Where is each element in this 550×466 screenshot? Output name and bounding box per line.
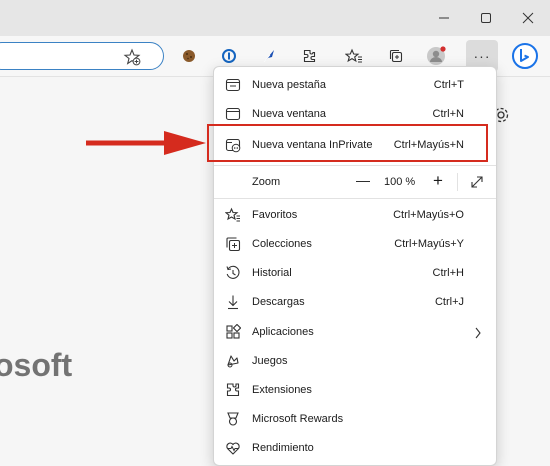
cookie-extension-button[interactable] [177, 44, 201, 68]
fullscreen-icon[interactable] [469, 174, 485, 190]
download-icon [228, 295, 238, 310]
menu-item-apps[interactable]: Aplicaciones [214, 318, 496, 347]
maximize-button[interactable] [472, 6, 500, 30]
chevron-right-icon [475, 327, 481, 339]
menu-item-shortcut: Ctrl+N [432, 108, 464, 120]
performance-icon [226, 442, 240, 455]
profile-button[interactable] [424, 44, 448, 68]
cookie-extension-icon [183, 50, 195, 62]
zoom-level-value: 100 % [384, 176, 416, 188]
zoom-divider [457, 173, 458, 191]
menu-zoom-row: Zoom — 100 % + [214, 166, 496, 198]
password-manager-button[interactable] [217, 44, 241, 68]
password-manager-icon [222, 49, 236, 63]
menu-item-shortcut: Ctrl+Mayús+Y [394, 238, 464, 250]
bing-icon [512, 43, 538, 69]
menu-item-label: Rendimiento [252, 442, 314, 454]
minimize-icon [439, 17, 449, 19]
menu-item-shortcut: Ctrl+T [433, 79, 464, 91]
zoom-in-button[interactable]: + [429, 171, 447, 191]
close-button[interactable] [514, 6, 542, 30]
address-bar[interactable] [0, 42, 164, 70]
zoom-out-button[interactable]: — [354, 172, 372, 188]
menu-item-shortcut: Ctrl+Mayús+O [393, 209, 464, 221]
close-icon [522, 12, 534, 24]
menu-item-games[interactable]: Juegos [214, 347, 496, 376]
bing-button[interactable] [510, 41, 540, 71]
favorite-add-icon[interactable] [123, 48, 141, 66]
menu-item-performance[interactable]: Rendimiento [214, 434, 496, 463]
more-label: ··· [473, 48, 491, 64]
extensions-button[interactable] [297, 44, 321, 68]
menu-item-label: Favoritos [252, 209, 298, 221]
history-icon [226, 265, 240, 279]
menu-item-downloads[interactable]: Descargas Ctrl+J [214, 288, 496, 317]
menu-item-microsoft-rewards[interactable]: Microsoft Rewards [214, 405, 496, 434]
menu-item-label: Nueva pestaña [252, 79, 326, 91]
microsoft-logo-text: osoft [0, 347, 73, 383]
menu-item-new-tab[interactable]: Nueva pestaña Ctrl+T [214, 71, 496, 100]
apps-icon [226, 324, 241, 339]
menu-item-history[interactable]: Historial Ctrl+H [214, 259, 496, 288]
feather-extension-icon [263, 50, 274, 63]
minimize-button[interactable] [430, 6, 458, 30]
title-bar [0, 0, 550, 36]
menu-item-favorites[interactable]: Favoritos Ctrl+Mayús+O [214, 201, 496, 230]
extensions-icon [303, 49, 316, 63]
menu-item-label: Descargas [252, 296, 305, 308]
collections-button[interactable] [384, 44, 408, 68]
menu-item-label: Historial [252, 267, 292, 279]
annotation-arrow [86, 131, 206, 155]
rewards-icon [227, 412, 239, 426]
menu-item-label: Microsoft Rewards [252, 413, 344, 425]
favorites-button[interactable] [342, 44, 366, 68]
menu-item-shortcut: Ctrl+H [432, 267, 464, 279]
menu-item-label: Juegos [252, 355, 288, 367]
menu-item-collections[interactable]: Colecciones Ctrl+Mayús+Y [214, 230, 496, 259]
menu-item-shortcut: Ctrl+J [434, 296, 464, 308]
annotation-highlight-box [207, 124, 488, 162]
menu-separator [214, 198, 496, 199]
feather-extension-button[interactable] [257, 44, 281, 68]
zoom-label: Zoom [252, 176, 281, 188]
maximize-icon [481, 13, 491, 23]
menu-item-extensions[interactable]: Extensiones [214, 376, 496, 405]
favorites-icon [345, 48, 362, 63]
new-window-icon [225, 107, 241, 121]
menu-item-label: Colecciones [252, 238, 312, 250]
menu-item-label: Aplicaciones [252, 326, 314, 338]
menu-item-label: Extensiones [252, 384, 312, 396]
favorites-icon [225, 207, 240, 222]
menu-item-label: Nueva ventana [252, 108, 326, 120]
new-tab-icon [225, 78, 241, 92]
extensions-icon [226, 383, 240, 397]
profile-avatar [427, 46, 446, 65]
collections-icon [226, 237, 241, 252]
games-icon [227, 355, 239, 368]
collections-icon [389, 49, 403, 63]
